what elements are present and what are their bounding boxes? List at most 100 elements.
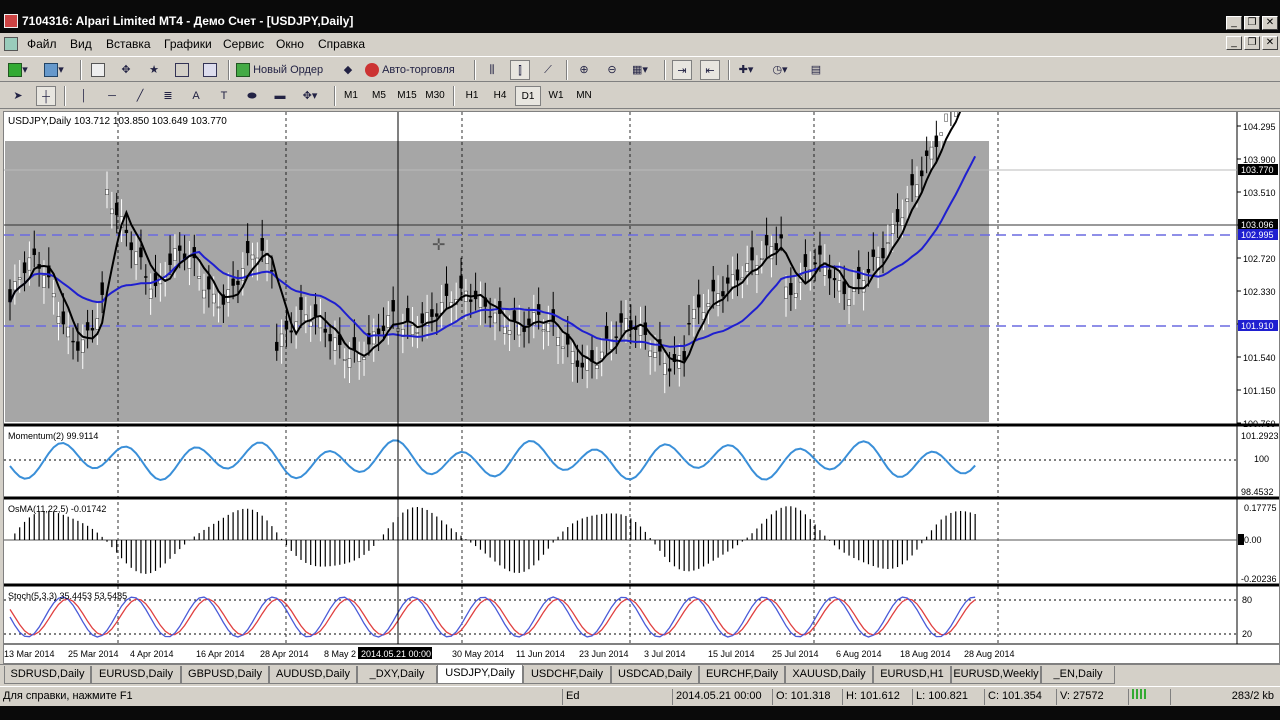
menu-tools[interactable]: Сервис [223, 37, 264, 51]
autoscroll-icon[interactable]: ⇥ [672, 60, 692, 80]
candle-body [13, 281, 17, 291]
osma-tick-high: 0.17775 [1244, 503, 1277, 513]
bar-chart-icon[interactable]: ⫼ [482, 60, 502, 80]
candle-body [648, 350, 652, 357]
chart-tab[interactable]: SDRUSD,Daily [4, 666, 91, 684]
minimize-button[interactable]: _ [1226, 16, 1242, 30]
candle-body [279, 333, 284, 347]
text-label-icon[interactable]: T [214, 86, 234, 106]
terminal-icon[interactable] [172, 60, 192, 80]
rectangle-icon[interactable]: ▬ [270, 86, 290, 106]
tf-d1[interactable]: D1 [515, 86, 541, 106]
zoom-in-icon[interactable]: ⊕ [574, 60, 594, 80]
momentum-label: Momentum(2) 99.9114 [8, 431, 98, 441]
candle-body [488, 316, 492, 318]
new-chart-icon[interactable]: ▾ [8, 60, 28, 80]
price-tick: 102.720 [1243, 254, 1276, 264]
indicators-icon[interactable]: ✚▾ [736, 60, 756, 80]
chart-tab[interactable]: GBPUSD,Daily [181, 666, 269, 684]
candle-body [139, 247, 143, 258]
tile-windows-icon[interactable]: ▦▾ [630, 60, 650, 80]
candle-body [95, 318, 100, 330]
candle-body [706, 303, 711, 307]
child-restore-button[interactable]: ❐ [1244, 36, 1260, 50]
chart-tab[interactable]: _DXY,Daily [357, 666, 437, 684]
chart-tab[interactable]: EURUSD,H1 [873, 666, 951, 684]
text-icon[interactable]: A [186, 86, 206, 106]
candle-body [585, 358, 589, 371]
data-window-icon[interactable]: ✥ [116, 60, 136, 80]
tf-m30[interactable]: M30 [422, 86, 448, 106]
menu-file[interactable]: Файл [27, 37, 57, 51]
chart-tab[interactable]: USDJPY,Daily [437, 665, 523, 684]
date-label: 18 Aug 2014 [900, 649, 951, 659]
horizontal-line-icon[interactable]: ─ [102, 86, 122, 106]
stoch-label: Stoch(5,3,3) 35.4453 53.5485 [8, 591, 127, 601]
candle-body [381, 325, 386, 331]
menu-window[interactable]: Окно [276, 37, 304, 51]
menu-charts[interactable]: Графики [164, 37, 212, 51]
tf-m5[interactable]: M5 [366, 86, 392, 106]
menu-help[interactable]: Справка [318, 37, 365, 51]
vertical-line-icon[interactable]: │ [74, 86, 94, 106]
chart-window[interactable]: 104.295103.900103.510103.120102.720102.3… [3, 41, 1280, 664]
tf-h4[interactable]: H4 [487, 86, 513, 106]
menu-insert[interactable]: Вставка [106, 37, 151, 51]
candle-body [144, 276, 148, 278]
candle-body [527, 318, 531, 326]
candle-body [430, 309, 434, 317]
candle-body [236, 280, 240, 285]
chart-tab[interactable]: XAUUSD,Daily [785, 666, 873, 684]
new-order-button[interactable]: Новый Ордер [236, 60, 332, 80]
tf-w1[interactable]: W1 [543, 86, 569, 106]
shapes-icon[interactable]: ✥▾ [300, 86, 320, 106]
periods-icon[interactable]: ◷▾ [770, 60, 790, 80]
chart-tab[interactable]: _EN,Daily [1041, 666, 1115, 684]
close-button[interactable]: ✕ [1262, 16, 1278, 30]
autotrading-button[interactable]: Авто-торговля [365, 60, 469, 80]
tester-icon[interactable] [200, 60, 220, 80]
tf-m1[interactable]: M1 [338, 86, 364, 106]
maximize-button[interactable]: ❐ [1244, 16, 1260, 30]
chart-tab[interactable]: AUDUSD,Daily [269, 666, 357, 684]
candle-body [624, 318, 628, 332]
metaeditor-icon[interactable]: ◆ [338, 60, 358, 80]
chart-tab[interactable]: EURCHF,Daily [699, 666, 785, 684]
chart-tab[interactable]: USDCHF,Daily [523, 666, 611, 684]
cursor-icon[interactable]: ➤ [8, 86, 28, 106]
chart-tab[interactable]: EURUSD,Weekly [951, 666, 1041, 684]
profiles-icon[interactable]: ▾ [44, 60, 64, 80]
market-watch-icon[interactable] [88, 60, 108, 80]
crosshair-icon[interactable]: ┼ [36, 86, 56, 106]
candle-body [794, 293, 798, 298]
child-minimize-button[interactable]: _ [1226, 36, 1242, 50]
candlestick-icon[interactable]: ⫿ [510, 60, 530, 80]
zoom-out-icon[interactable]: ⊖ [602, 60, 622, 80]
candle-body [304, 314, 308, 322]
candle-body [372, 331, 376, 345]
price-chart[interactable]: 104.295103.900103.510103.120102.720102.3… [4, 41, 1279, 663]
candle-body [32, 248, 36, 256]
child-close-button[interactable]: ✕ [1262, 36, 1278, 50]
tf-h1[interactable]: H1 [459, 86, 485, 106]
tf-m15[interactable]: M15 [394, 86, 420, 106]
tf-mn[interactable]: MN [571, 86, 597, 106]
candle-body [90, 327, 95, 331]
ellipse-icon[interactable]: ⬬ [242, 86, 262, 106]
status-datetime: 2014.05.21 00:00 [672, 689, 770, 705]
date-label: 25 Jul 2014 [772, 649, 819, 659]
status-low: L: 100.821 [912, 689, 982, 705]
channel-icon[interactable]: ≣ [158, 86, 178, 106]
templates-icon[interactable]: ▤ [806, 60, 826, 80]
trendline-icon[interactable]: ╱ [130, 86, 150, 106]
line-chart-icon[interactable]: ⟋ [538, 60, 558, 80]
navigator-icon[interactable]: ★ [144, 60, 164, 80]
status-high: H: 101.612 [842, 689, 910, 705]
chart-shift-icon[interactable]: ⇤ [700, 60, 720, 80]
candle-body [469, 299, 473, 302]
menu-view[interactable]: Вид [70, 37, 92, 51]
chart-tab[interactable]: EURUSD,Daily [91, 666, 181, 684]
date-label: 28 Apr 2014 [260, 649, 309, 659]
chart-tab[interactable]: USDCAD,Daily [611, 666, 699, 684]
momentum-tick-mid: 100 [1254, 454, 1269, 464]
